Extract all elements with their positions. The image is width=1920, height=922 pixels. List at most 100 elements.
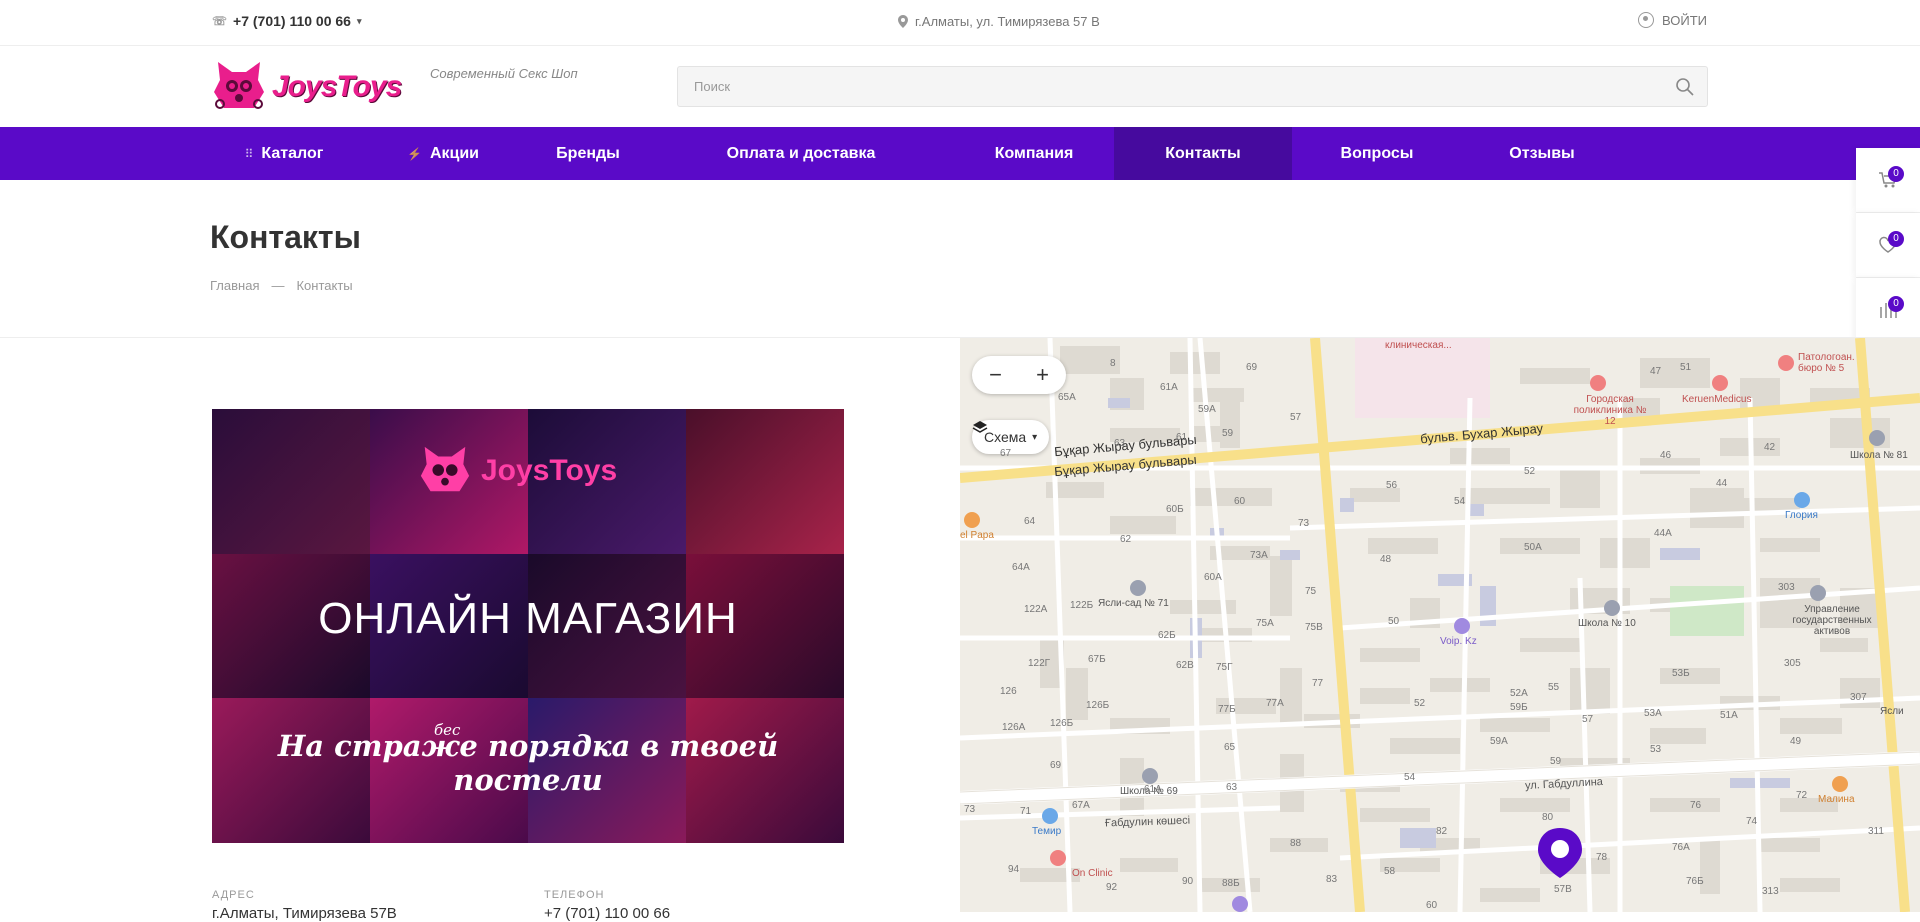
- nav-label[interactable]: Отзывы: [1509, 145, 1574, 163]
- nav-item-delivery[interactable]: Оплата и доставка: [648, 127, 954, 180]
- nav-item-company[interactable]: Компания: [954, 127, 1114, 180]
- nav-label[interactable]: Контакты: [1165, 145, 1240, 163]
- house-number: 72: [1796, 790, 1808, 801]
- house-number: 46: [1660, 450, 1672, 461]
- phone-value[interactable]: +7 (701) 110 00 66: [544, 905, 670, 922]
- house-number: 73А: [1250, 550, 1268, 561]
- site-tagline: Современный Секс Шоп: [430, 66, 578, 81]
- house-number: 126А: [1002, 722, 1026, 733]
- nav-label[interactable]: Вопросы: [1341, 145, 1414, 163]
- house-number: 59: [1222, 428, 1234, 439]
- chevron-down-icon[interactable]: ▾: [357, 16, 362, 27]
- nav-label[interactable]: Бренды: [556, 145, 620, 163]
- house-number: 76: [1690, 800, 1702, 811]
- house-number: 57В: [1554, 884, 1572, 895]
- nav-label[interactable]: Каталог: [261, 145, 323, 163]
- phone-number[interactable]: +7 (701) 110 00 66: [233, 13, 351, 29]
- nav-item-reviews[interactable]: Отзывы: [1462, 127, 1622, 180]
- nav-label[interactable]: Компания: [995, 145, 1074, 163]
- breadcrumb-home[interactable]: Главная: [210, 278, 259, 293]
- poi-label: Ясли-сад № 71: [1098, 598, 1169, 609]
- nav-item-contacts[interactable]: Контакты: [1114, 127, 1292, 180]
- nav-item-catalog[interactable]: ⠿ Каталог: [210, 127, 358, 180]
- house-number: 53: [1650, 744, 1662, 755]
- house-number: 73: [964, 804, 976, 815]
- house-number: 78: [1596, 852, 1608, 863]
- house-number: 52: [1524, 466, 1536, 477]
- compare-button[interactable]: 0: [1856, 278, 1920, 343]
- house-number: 83: [1326, 874, 1338, 885]
- house-number: 94: [1008, 864, 1020, 875]
- house-number: 63: [1226, 782, 1238, 793]
- favorites-count-badge: 0: [1888, 231, 1904, 247]
- phone-link[interactable]: ☏ +7 (701) 110 00 66 ▾: [212, 13, 361, 29]
- house-number: 75А: [1256, 618, 1274, 629]
- store-banner: JoysToys ОНЛАЙН МАГАЗИН бес На страже по…: [212, 409, 844, 843]
- house-number: 75: [1305, 586, 1317, 597]
- house-number: 122А: [1024, 604, 1048, 615]
- search-icon[interactable]: [1675, 77, 1695, 97]
- breadcrumb-separator: —: [271, 278, 285, 293]
- login-label[interactable]: ВОЙТИ: [1662, 13, 1707, 28]
- search-input[interactable]: [678, 67, 1638, 106]
- house-number: 311: [1868, 826, 1884, 837]
- house-number: 51А: [1720, 710, 1738, 721]
- address-text: г.Алматы, ул. Тимирязева 57 В: [915, 14, 1100, 29]
- nav-item-brands[interactable]: Бренды: [528, 127, 648, 180]
- top-bar: ☏ +7 (701) 110 00 66 ▾ г.Алматы, ул. Тим…: [0, 0, 1920, 46]
- logo-mark-icon: [420, 446, 470, 492]
- poi-label: Школа № 81: [1850, 450, 1908, 461]
- house-number: 74: [1746, 816, 1758, 827]
- login-button[interactable]: ВОЙТИ: [1638, 12, 1707, 28]
- location-pin-icon: [898, 15, 908, 28]
- house-number: 75В: [1305, 622, 1323, 633]
- zoom-out-button[interactable]: −: [972, 356, 1019, 394]
- nav-label[interactable]: Акции: [430, 145, 479, 163]
- cart-button[interactable]: 0: [1856, 148, 1920, 213]
- house-number: 50А: [1524, 542, 1542, 553]
- house-number: 60Б: [1166, 504, 1184, 515]
- house-number: 44А: [1654, 528, 1672, 539]
- site-logo[interactable]: JoysToys: [210, 56, 402, 118]
- house-number: 71: [1020, 806, 1032, 817]
- house-number: 62: [1120, 534, 1132, 545]
- lightning-icon: ⚡: [406, 146, 422, 161]
- header-address: г.Алматы, ул. Тимирязева 57 В: [898, 14, 1100, 29]
- poi-label: Городская поликлиника № 12: [1573, 394, 1647, 427]
- house-number: 69: [1050, 760, 1062, 771]
- house-number: 60: [1426, 900, 1438, 911]
- house-number: 77: [1312, 678, 1324, 689]
- poi-label: On Clinic: [1072, 868, 1113, 879]
- house-number: 57: [1290, 412, 1302, 423]
- user-icon: [1638, 12, 1654, 28]
- house-number: 44: [1716, 478, 1728, 489]
- phone-label: ТЕЛЕФОН: [544, 889, 605, 901]
- zoom-in-button[interactable]: +: [1019, 356, 1066, 394]
- location-map[interactable]: − + Схема ▾ Бұқар Жырау бульвары Бұқар Ж…: [960, 338, 1920, 912]
- header: JoysToys Современный Секс Шоп: [0, 46, 1920, 127]
- house-number: 76Б: [1686, 876, 1704, 887]
- house-number: 48: [1380, 554, 1392, 565]
- layers-label[interactable]: Схема: [984, 429, 1026, 445]
- nav-label[interactable]: Оплата и доставка: [727, 145, 876, 163]
- house-number: 126Б: [1050, 718, 1074, 729]
- logo-mark-icon: [214, 62, 264, 109]
- poi-label: Школа № 10: [1578, 618, 1636, 629]
- compare-count-badge: 0: [1888, 296, 1904, 312]
- house-number: 67: [1000, 448, 1012, 459]
- breadcrumb-current: Контакты: [296, 278, 353, 293]
- logo-text: JoysToys: [272, 70, 402, 103]
- house-number: 53Б: [1672, 668, 1690, 679]
- nav-item-sales[interactable]: ⚡ Акции: [358, 127, 528, 180]
- house-number: 126: [1000, 686, 1017, 697]
- house-number: 64: [1024, 516, 1036, 527]
- favorites-button[interactable]: 0: [1856, 213, 1920, 278]
- poi-label: Ясли: [1880, 706, 1904, 717]
- house-number: 42: [1764, 442, 1776, 453]
- nav-item-questions[interactable]: Вопросы: [1292, 127, 1462, 180]
- house-number: 90: [1182, 876, 1194, 887]
- house-number: 69: [1246, 362, 1258, 373]
- poi-label: KeruenMedicus: [1682, 394, 1752, 405]
- house-number: 303: [1778, 582, 1795, 593]
- house-number: 60А: [1204, 572, 1222, 583]
